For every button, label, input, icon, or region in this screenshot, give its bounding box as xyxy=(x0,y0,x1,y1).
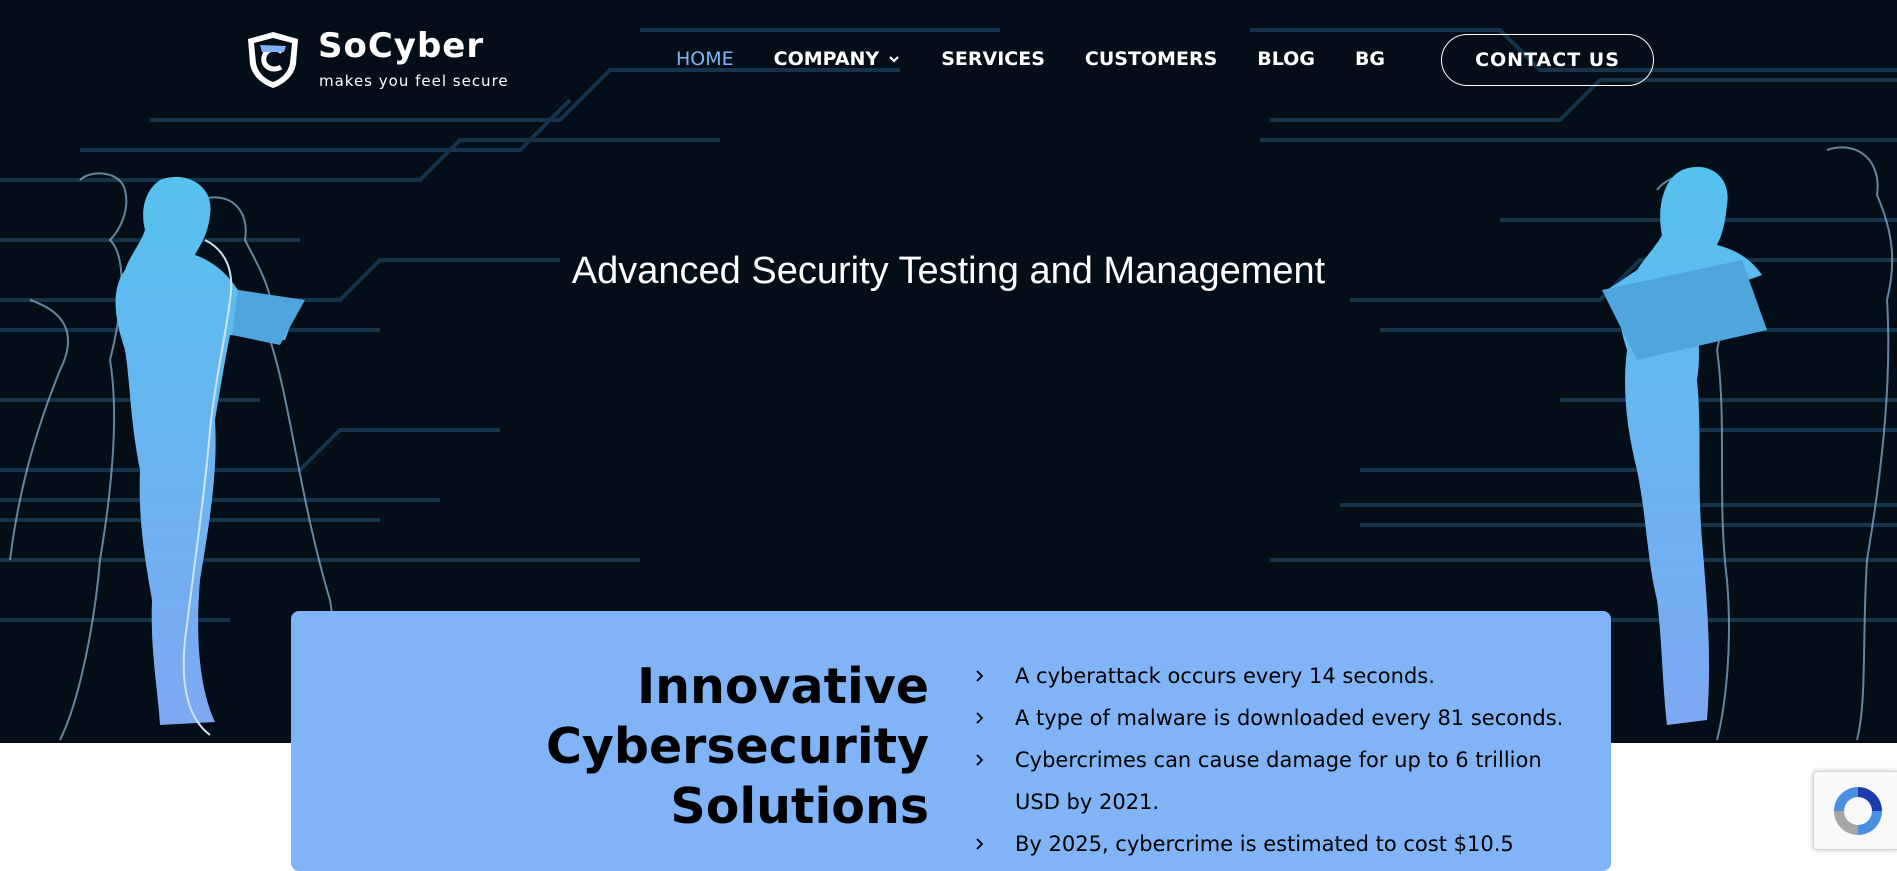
nav-item-home[interactable]: HOME xyxy=(676,48,734,70)
fact-item: By 2025, cybercrime is estimated to cost… xyxy=(973,823,1583,865)
fact-text: Cybercrimes can cause damage for up to 6… xyxy=(1015,748,1542,814)
nav-item-blog[interactable]: BLOG xyxy=(1257,48,1315,70)
chevron-down-icon xyxy=(889,56,899,63)
fact-item: A type of malware is downloaded every 81… xyxy=(973,697,1583,739)
shield-logo-icon xyxy=(248,32,298,88)
contact-us-button[interactable]: CONTACT US xyxy=(1441,34,1654,86)
recaptcha-icon xyxy=(1834,787,1882,835)
main-nav: HOME COMPANY SERVICES CUSTOMERS BLOG BG xyxy=(676,48,1425,70)
recaptcha-badge[interactable] xyxy=(1813,771,1897,850)
chevron-right-icon xyxy=(976,712,984,724)
fact-text: A cyberattack occurs every 14 seconds. xyxy=(1015,664,1435,688)
nav-item-company[interactable]: COMPANY xyxy=(774,48,902,70)
chevron-right-icon xyxy=(976,754,984,766)
facts-list: A cyberattack occurs every 14 seconds. A… xyxy=(973,655,1583,865)
fact-text: By 2025, cybercrime is estimated to cost… xyxy=(1015,832,1514,856)
chevron-right-icon xyxy=(976,670,984,682)
nav-item-services[interactable]: SERVICES xyxy=(941,48,1045,70)
fact-item: Cybercrimes can cause damage for up to 6… xyxy=(973,739,1583,823)
fact-text: A type of malware is downloaded every 81… xyxy=(1015,706,1564,730)
nav-item-customers[interactable]: CUSTOMERS xyxy=(1085,48,1217,70)
brand-name: SoCyber xyxy=(318,26,485,66)
nav-item-company-label: COMPANY xyxy=(773,48,880,70)
chevron-right-icon xyxy=(976,838,984,850)
fact-item: A cyberattack occurs every 14 seconds. xyxy=(973,655,1583,697)
hero-title: Advanced Security Testing and Management xyxy=(571,250,1326,292)
brand-tagline: makes you feel secure xyxy=(319,72,509,90)
intro-card: Innovative Cybersecurity Solutions A cyb… xyxy=(291,611,1611,871)
nav-item-language-bg[interactable]: BG xyxy=(1355,48,1385,70)
intro-heading: Innovative Cybersecurity Solutions xyxy=(545,658,929,835)
